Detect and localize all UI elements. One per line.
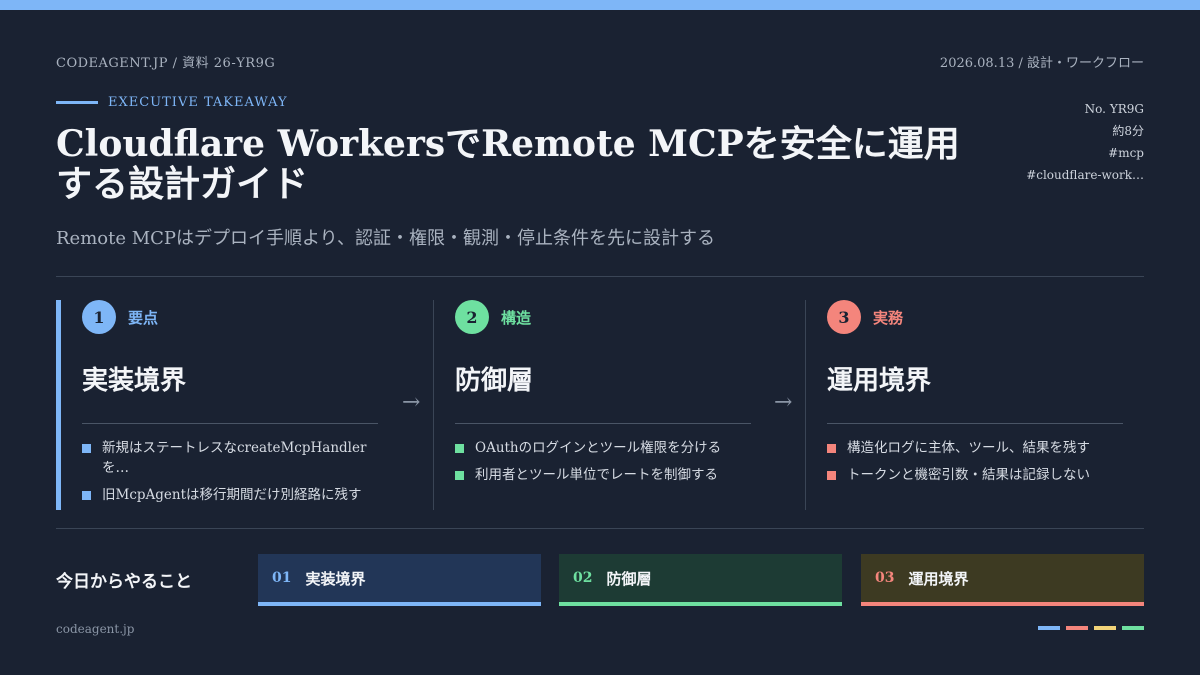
list-item-text: 構造化ログに主体、ツール、結果を残す [847,440,1090,456]
list-item-text: 利用者とツール単位でレートを制御する [475,467,718,483]
top-accent-bar [0,0,1200,10]
list-item: 新規はステートレスなcreateMcpHandlerを… [82,438,380,478]
column-key-points: 1 要点 実装境界 新規はステートレスなcreateMcpHandlerを… 旧… [56,300,380,510]
action-number: 03 [875,570,895,586]
number-badge: 1 [82,300,116,334]
action-number: 02 [573,570,593,586]
eyebrow-bar [56,101,98,104]
list-item-text: 旧McpAgentは移行期間だけ別経路に残す [102,487,362,503]
eyebrow-label: EXECUTIVE TAKEAWAY [108,95,288,110]
list-item: OAuthのログインとツール権限を分ける [455,438,751,458]
document-id: CODEAGENT.JP / 資料 26-YR9G [56,56,276,71]
column-rule [827,423,1123,424]
column-rule [82,423,378,424]
column-structure: 2 構造 防御層 OAuthのログインとツール権限を分ける 利用者とツール単位で… [433,300,751,510]
bullet-square-icon [827,471,836,480]
column-list: 新規はステートレスなcreateMcpHandlerを… 旧McpAgentは移… [82,438,380,505]
list-item: 利用者とツール単位でレートを制御する [455,465,751,485]
list-item-text: 新規はステートレスなcreateMcpHandlerを… [102,440,367,476]
bullet-square-icon [82,444,91,453]
page-title: Cloudflare WorkersでRemote MCPを安全に運用する設計ガ… [56,123,960,205]
today-label: 今日からやること [56,572,192,592]
action-card-implementation: 01 実装境界 [258,554,541,606]
footer-site: codeagent.jp [56,622,135,636]
list-item: 構造化ログに主体、ツール、結果を残す [827,438,1123,458]
column-title: 防御層 [455,366,534,396]
action-text: 運用境界 [908,569,969,588]
divider-bottom [56,528,1144,529]
read-time: 約8分 [1112,124,1144,138]
column-list: OAuthのログインとツール権限を分ける 利用者とツール単位でレートを制御する [455,438,751,485]
color-swatches [1038,626,1144,630]
column-rule [455,423,751,424]
number-badge: 3 [827,300,861,334]
list-item: トークンと機密引数・結果は記録しない [827,465,1123,485]
arrow-right-icon: → [402,390,421,415]
date-category: 2026.08.13 / 設計・ワークフロー [939,56,1144,71]
bullet-square-icon [827,444,836,453]
column-header: 2 構造 [455,300,751,334]
tag-cloudflare: #cloudflare-work… [1026,168,1144,182]
column-label: 構造 [501,308,532,327]
swatch-blue [1038,626,1060,630]
eyebrow: EXECUTIVE TAKEAWAY [56,95,288,110]
action-text: 実装境界 [305,569,366,588]
action-card-operations: 03 運用境界 [861,554,1144,606]
list-item: 旧McpAgentは移行期間だけ別経路に残す [82,485,380,505]
column-practice: 3 実務 運用境界 構造化ログに主体、ツール、結果を残す トークンと機密引数・結… [805,300,1123,510]
tag-mcp: #mcp [1108,146,1144,160]
action-number: 01 [272,570,292,586]
action-card-defense: 02 防御層 [559,554,842,606]
swatch-red [1066,626,1088,630]
arrow-right-icon: → [774,390,793,415]
number-badge: 2 [455,300,489,334]
doc-number: No. YR9G [1084,102,1144,116]
action-text: 防御層 [606,569,652,588]
swatch-green [1122,626,1144,630]
bullet-square-icon [455,471,464,480]
column-label: 要点 [128,308,159,327]
page-subtitle: Remote MCPはデプロイ手順より、認証・権限・観測・停止条件を先に設計する [56,228,715,249]
column-title: 実装境界 [82,366,187,396]
bullet-square-icon [455,444,464,453]
column-title: 運用境界 [827,366,932,396]
divider-top [56,276,1144,277]
column-header: 1 要点 [82,300,380,334]
column-label: 実務 [873,308,904,327]
list-item-text: トークンと機密引数・結果は記録しない [847,467,1090,483]
side-meta: No. YR9G 約8分 #mcp #cloudflare-work… [1026,98,1144,186]
bullet-square-icon [82,491,91,500]
column-header: 3 実務 [827,300,1123,334]
swatch-yellow [1094,626,1116,630]
column-list: 構造化ログに主体、ツール、結果を残す トークンと機密引数・結果は記録しない [827,438,1123,485]
list-item-text: OAuthのログインとツール権限を分ける [475,440,722,456]
